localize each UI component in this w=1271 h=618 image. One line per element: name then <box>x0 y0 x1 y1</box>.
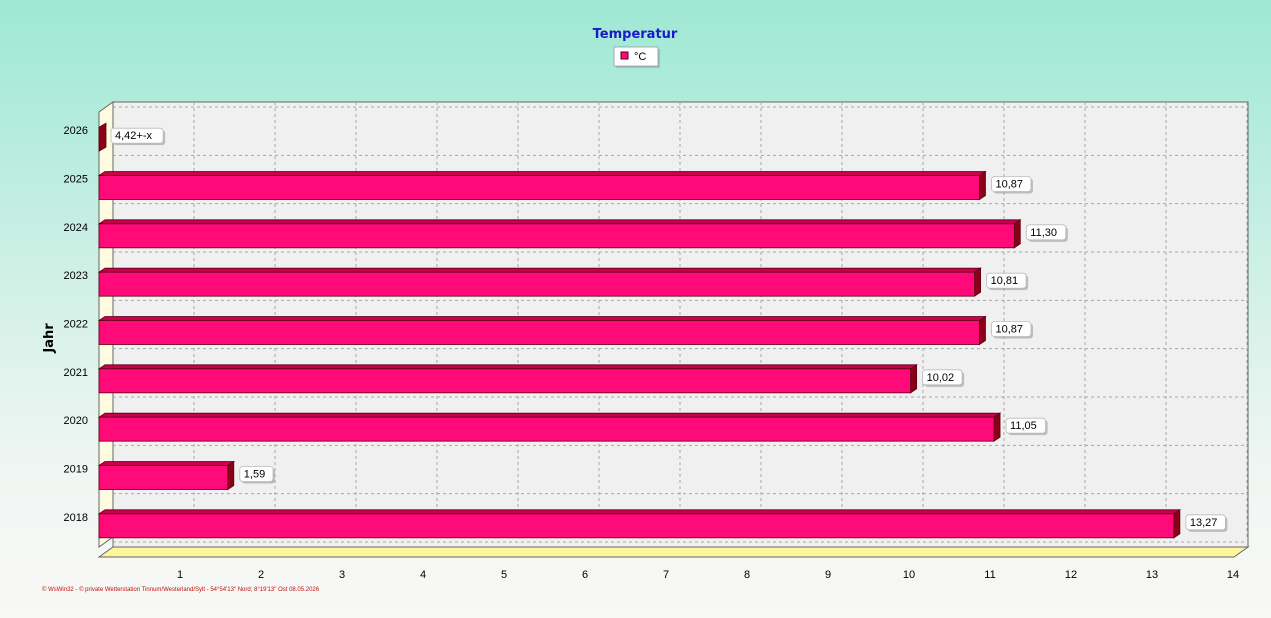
bar-top <box>97 364 918 370</box>
data-label-text: 10,02 <box>927 372 955 384</box>
bar-top <box>97 219 1022 225</box>
data-label-text: 11,05 <box>1010 420 1037 432</box>
bar-side <box>1173 509 1181 539</box>
bar-group <box>97 412 1002 442</box>
y-tick-label: 2023 <box>64 270 88 282</box>
bar-group <box>97 509 1182 539</box>
x-tick-label: 5 <box>501 569 507 581</box>
x-tick-label: 14 <box>1227 569 1239 581</box>
data-label-text: 10,81 <box>991 275 1019 287</box>
x-tick-label: 7 <box>663 569 669 581</box>
bar-side <box>910 364 918 394</box>
data-label-text: 11,30 <box>1030 227 1057 239</box>
y-tick-label: 2022 <box>64 319 88 331</box>
bar-group <box>97 170 987 201</box>
bar-side <box>979 315 986 346</box>
y-tick-label: 2024 <box>64 222 88 234</box>
bar-top <box>97 316 987 321</box>
data-label-text: 10,87 <box>995 324 1023 336</box>
chart-container: Temperatur °C 1 2 3 4 5 6 7 8 9 10 11 12 13 14 2018 201… <box>0 0 1271 618</box>
bar <box>98 320 980 345</box>
y-tick-label: 2025 <box>64 174 88 186</box>
data-label: 13,27 <box>1185 514 1228 532</box>
legend-label: °C <box>634 51 646 63</box>
y-tick-label: 2026 <box>64 125 88 137</box>
bar-side <box>979 170 986 201</box>
bar <box>98 416 995 442</box>
bar <box>98 271 976 297</box>
y-tick-label: 2021 <box>64 367 88 379</box>
bar-side <box>98 122 107 152</box>
y-tick-label: 2018 <box>64 512 88 524</box>
data-label: 11,30 <box>1025 224 1068 242</box>
x-tick-label: 3 <box>339 569 345 581</box>
x-tick-label: 10 <box>903 569 915 581</box>
bar <box>98 513 1175 539</box>
x-tick-label: 2 <box>258 569 264 581</box>
chart-svg: Temperatur °C 1 2 3 4 5 6 7 8 9 10 11 12 13 142018201… <box>42 27 1250 593</box>
bar-side <box>974 267 982 297</box>
data-label: 10,87 <box>991 321 1033 339</box>
data-label: 10,02 <box>922 369 965 387</box>
data-label-text: 10,87 <box>995 179 1023 191</box>
x-tick-label: 9 <box>825 569 831 581</box>
x-tick-label: 6 <box>582 569 588 581</box>
bar-group <box>97 364 918 394</box>
plot-floor <box>97 546 1250 558</box>
x-tick-label: 1 <box>177 569 183 581</box>
bar-side <box>1013 219 1021 249</box>
bar-top <box>97 412 1002 418</box>
data-label: 4,42+-x <box>110 127 166 146</box>
x-tick-label: 8 <box>744 569 750 581</box>
bar-group <box>97 460 236 491</box>
bar-side <box>227 460 235 491</box>
data-label: 1,59 <box>239 466 275 484</box>
chart-title: Temperatur <box>593 27 678 42</box>
bar-group <box>97 267 982 297</box>
data-label: 10,87 <box>991 176 1033 194</box>
bar-group <box>98 122 107 152</box>
bar-side <box>993 412 1001 442</box>
bar-top <box>97 267 982 273</box>
y-tick-label: 2020 <box>64 415 88 427</box>
bar-top <box>97 509 1182 515</box>
x-tick-label: 12 <box>1065 569 1077 581</box>
bar-top <box>97 461 236 466</box>
legend: °C <box>613 46 660 68</box>
plot-area: 1 2 3 4 5 6 7 8 9 10 11 12 13 14201820192020202120222… <box>64 101 1250 581</box>
data-label: 10,81 <box>986 272 1029 291</box>
legend-swatch <box>620 51 629 60</box>
data-label-text: 1,59 <box>244 469 265 481</box>
bar-top <box>97 171 987 176</box>
data-label-text: 4,42+-x <box>115 130 152 142</box>
x-tick-label: 4 <box>420 569 426 581</box>
bar <box>98 175 980 200</box>
bar-group <box>97 315 987 346</box>
bar-group <box>97 219 1022 249</box>
x-tick-label: 13 <box>1146 569 1158 581</box>
y-axis-label: Jahr <box>42 323 57 354</box>
data-label-text: 13,27 <box>1190 517 1218 529</box>
bar <box>98 223 1015 249</box>
data-label: 11,05 <box>1005 417 1048 436</box>
x-tick-label: 11 <box>984 569 995 581</box>
footer-credit: © WsWin32 - © private Wetterstation Tinn… <box>42 586 320 593</box>
y-tick-label: 2019 <box>64 464 88 476</box>
bar <box>98 465 229 490</box>
bar <box>98 368 912 394</box>
